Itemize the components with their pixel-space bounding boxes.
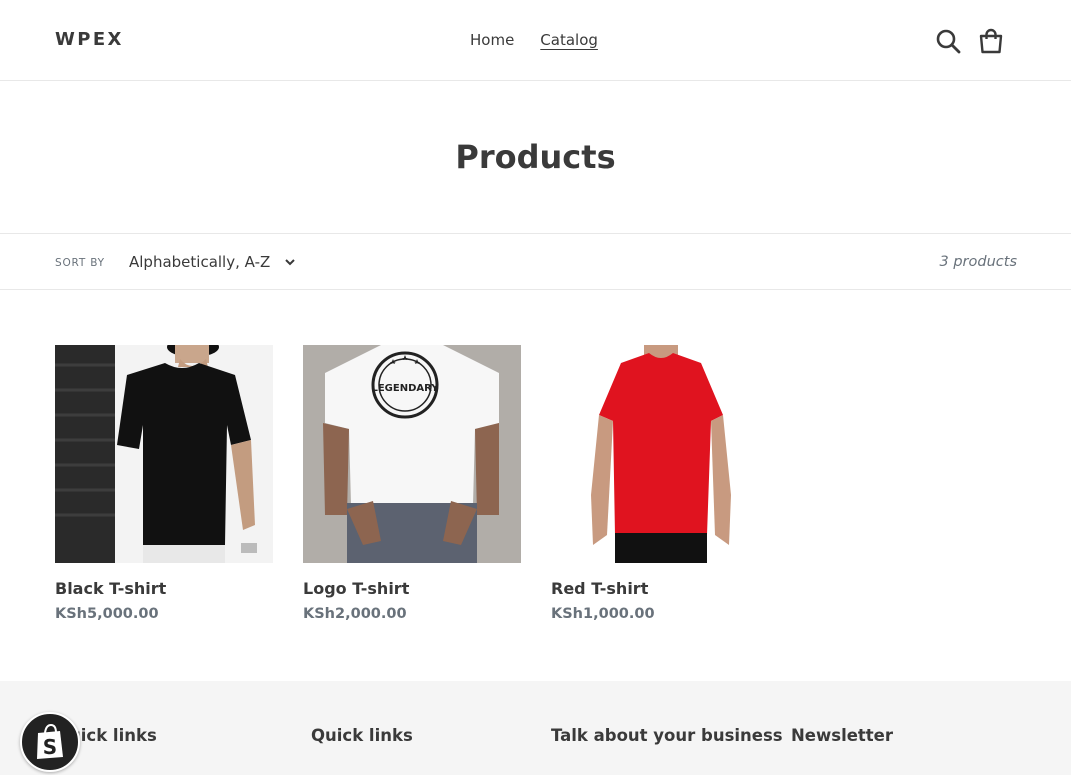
page-title: Products xyxy=(455,138,616,176)
svg-text:S: S xyxy=(43,735,57,759)
nav-link-catalog[interactable]: Catalog xyxy=(540,30,598,50)
sort-select[interactable]: Alphabetically, A-Z xyxy=(129,252,296,272)
nav-link-home[interactable]: Home xyxy=(470,30,514,50)
shopify-bag-icon[interactable]: S xyxy=(20,712,80,772)
product-card[interactable]: Black T-shirt KSh5,000.00 xyxy=(55,345,273,624)
chevron-down-icon xyxy=(285,259,295,266)
product-name: Logo T-shirt xyxy=(303,579,410,598)
product-grid: Black T-shirt KSh5,000.00 LEGENDARY Logo… xyxy=(55,345,769,624)
product-image xyxy=(551,345,769,563)
product-count: 3 products xyxy=(939,254,1017,270)
cart-icon[interactable] xyxy=(977,27,1005,55)
site-footer: Quick links Quick links Talk about your … xyxy=(0,681,1071,775)
footer-heading: Quick links xyxy=(311,726,413,745)
footer-heading: Talk about your business xyxy=(551,726,783,745)
filter-bar: SORT BY Alphabetically, A-Z 3 products xyxy=(0,233,1071,290)
product-name: Red T-shirt xyxy=(551,579,649,598)
product-price: KSh1,000.00 xyxy=(551,606,655,622)
product-image: LEGENDARY xyxy=(303,345,521,563)
site-header: WPEX Home Catalog xyxy=(0,0,1071,81)
product-card[interactable]: Red T-shirt KSh1,000.00 xyxy=(551,345,769,624)
main-nav: Home Catalog xyxy=(470,30,598,50)
product-name: Black T-shirt xyxy=(55,579,167,598)
site-logo[interactable]: WPEX xyxy=(55,29,124,51)
product-price: KSh5,000.00 xyxy=(55,606,159,622)
product-card[interactable]: LEGENDARY Logo T-shirt KSh2,000.00 xyxy=(303,345,521,624)
product-image xyxy=(55,345,273,563)
product-price: KSh2,000.00 xyxy=(303,606,407,622)
sort-select-value: Alphabetically, A-Z xyxy=(129,253,271,271)
footer-heading: Newsletter xyxy=(791,726,894,745)
tshirt-print-text: LEGENDARY xyxy=(371,383,439,394)
search-icon[interactable] xyxy=(934,27,962,55)
sort-by-label: SORT BY xyxy=(55,257,105,269)
